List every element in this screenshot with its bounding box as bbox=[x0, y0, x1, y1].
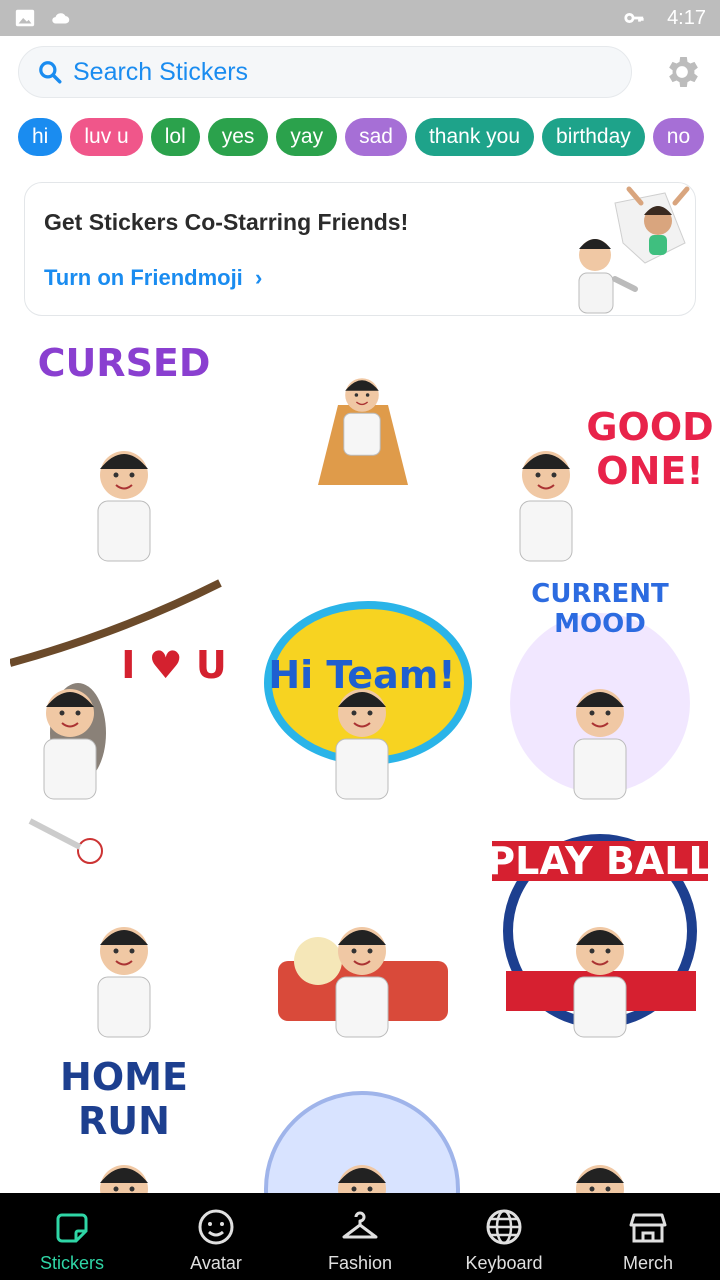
sticker-art bbox=[8, 579, 222, 800]
gear-icon[interactable] bbox=[662, 52, 702, 92]
nav-fashion[interactable]: Fashion bbox=[288, 1193, 432, 1280]
sticker-caption: Hi Team! bbox=[268, 653, 456, 697]
hanger-icon bbox=[342, 1211, 378, 1239]
nav-label: Fashion bbox=[327, 1253, 393, 1273]
nav-merch[interactable]: Merch bbox=[576, 1193, 720, 1280]
sticker-caption: CURSED bbox=[37, 341, 211, 385]
bottom-nav: Stickers Avatar Fashion Keyboard Merch bbox=[0, 1193, 720, 1280]
search-row: Search Stickers bbox=[18, 46, 702, 98]
sticker-i-love-u[interactable]: I ♥ U bbox=[8, 573, 238, 805]
nav-label: Avatar bbox=[190, 1253, 242, 1273]
nav-label: Keyboard bbox=[465, 1253, 543, 1273]
chip-luv-u[interactable]: luv u bbox=[70, 118, 143, 156]
chip-birthday[interactable]: birthday bbox=[542, 118, 645, 156]
chip-yay[interactable]: yay bbox=[276, 118, 338, 156]
chip-yes[interactable]: yes bbox=[207, 118, 269, 156]
friendmoji-link-label: Turn on Friendmoji bbox=[44, 265, 243, 290]
sticker-baseball-phone[interactable] bbox=[10, 811, 238, 1043]
status-bar: 4:17 bbox=[0, 0, 720, 36]
chevron-right-icon: › bbox=[248, 265, 263, 290]
sticker-icon bbox=[56, 1213, 88, 1243]
key-icon bbox=[624, 12, 644, 24]
sticker-ballpark-snacks[interactable] bbox=[248, 811, 476, 1043]
sticker-play-ball[interactable]: PLAY BALL bbox=[486, 811, 714, 1043]
image-icon bbox=[15, 9, 35, 27]
sticker-screen: 4:17 Search Stickers hi luv u lol yes yay sad… bbox=[0, 0, 720, 1280]
sticker-caption: HOME RUN bbox=[60, 1055, 188, 1143]
nav-keyboard[interactable]: Keyboard bbox=[432, 1193, 576, 1280]
sticker-art bbox=[264, 1091, 460, 1193]
sticker-art bbox=[28, 818, 151, 1038]
sticker-caption: I ♥ U bbox=[121, 643, 227, 687]
friendmoji-card[interactable]: Get Stickers Co-Starring Friends! Turn o… bbox=[24, 182, 696, 316]
chip-thank-you[interactable]: thank you bbox=[414, 118, 535, 156]
sticker-art bbox=[576, 1165, 624, 1193]
chip-sad[interactable]: sad bbox=[345, 118, 407, 156]
nav-label: Merch bbox=[622, 1253, 673, 1273]
face-icon bbox=[198, 1209, 234, 1245]
search-icon bbox=[39, 61, 62, 84]
friendmoji-title: Get Stickers Co-Starring Friends! bbox=[44, 209, 409, 235]
globe-icon bbox=[486, 1209, 522, 1245]
sticker-caption: GOOD ONE! bbox=[586, 405, 714, 493]
chip-hi[interactable]: hi bbox=[18, 118, 63, 156]
status-time: 4:17 bbox=[667, 6, 706, 29]
sticker-fairy[interactable] bbox=[248, 335, 476, 567]
sticker-home-run[interactable]: HOME RUN bbox=[10, 1049, 238, 1193]
sticker-bubble[interactable] bbox=[248, 1049, 476, 1193]
sticker-cat-costume[interactable] bbox=[486, 1049, 714, 1193]
sticker-hi-team[interactable]: Hi Team! bbox=[248, 573, 476, 805]
sticker-caption: CURRENT MOOD bbox=[531, 579, 669, 639]
suggestion-chips: hi luv u lol yes yay sad thank you birthday no bbox=[18, 118, 705, 156]
nav-avatar[interactable]: Avatar bbox=[144, 1193, 288, 1280]
search-input[interactable]: Search Stickers bbox=[18, 46, 632, 98]
sticker-good-one[interactable]: GOOD ONE! bbox=[486, 335, 714, 567]
friendmoji-link[interactable]: Turn on Friendmoji › bbox=[44, 265, 262, 291]
sticker-art bbox=[278, 927, 448, 1038]
sticker-art bbox=[318, 378, 408, 485]
store-icon bbox=[629, 1213, 667, 1243]
nav-stickers[interactable]: Stickers bbox=[0, 1193, 144, 1280]
friendmoji-illustration bbox=[578, 186, 690, 314]
sticker-caption: PLAY BALL bbox=[487, 839, 713, 883]
cloud-icon bbox=[52, 13, 70, 24]
sticker-current-mood[interactable]: CURRENT MOOD bbox=[486, 573, 714, 805]
chip-no[interactable]: no bbox=[652, 118, 705, 156]
sticker-grid: CURSED GOOD ONE! I ♥ U Hi Team! CURRENT … bbox=[0, 335, 720, 1193]
search-placeholder: Search Stickers bbox=[73, 57, 249, 86]
nav-label: Stickers bbox=[39, 1253, 104, 1273]
sticker-cursed[interactable]: CURSED bbox=[10, 335, 238, 567]
chip-lol[interactable]: lol bbox=[150, 118, 200, 156]
